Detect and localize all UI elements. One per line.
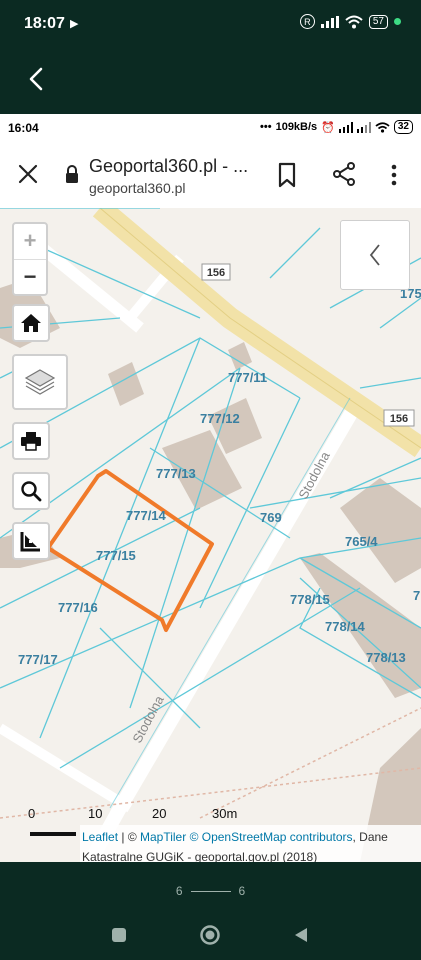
parcel-label: 777/12 <box>200 411 240 426</box>
dots-icon: ••• <box>260 121 272 133</box>
parcel-label: 777/14 <box>126 508 167 523</box>
signal-icon <box>320 15 339 28</box>
parcel-label: 778/13 <box>366 650 406 665</box>
outer-status-bar: 18:07 ▶ R 57 <box>0 0 421 48</box>
inner-status-right: ••• 109kB/s ⏰ 32 <box>260 120 413 134</box>
map-canvas[interactable]: 156 156 Stodolna Stodolna 777/11 777/12 … <box>0 208 421 862</box>
scale-label: 30m <box>212 806 238 821</box>
page-indicator-line <box>190 891 231 893</box>
wifi-icon <box>345 15 363 28</box>
outer-status-right: R 57 <box>299 14 401 29</box>
zoom-control: + − <box>12 222 48 296</box>
parcel-label: 778/15 <box>290 592 330 607</box>
home-button[interactable] <box>12 304 50 342</box>
zoom-in-button[interactable]: + <box>14 224 46 260</box>
page-current: 6 <box>175 884 183 898</box>
page-total: 6 <box>238 884 246 898</box>
battery-icon-inner: 32 <box>393 120 413 134</box>
network-speed: 109kB/s <box>275 121 318 133</box>
scale-label: 10 <box>88 806 103 821</box>
layers-icon <box>24 369 56 395</box>
layers-button[interactable] <box>12 354 68 410</box>
registered-icon: R <box>299 14 315 29</box>
ruler-icon <box>20 532 40 552</box>
parcel-label: 777/17 <box>18 652 58 667</box>
home-icon <box>21 314 41 332</box>
parcel-label: 778/14 <box>325 619 366 634</box>
inner-status-bar: 16:04 ••• 109kB/s ⏰ 32 <box>0 114 421 142</box>
browser-toolbar: Geoportal360.pl - ... geoportal360.pl <box>0 142 421 209</box>
panel-toggle-button[interactable] <box>340 220 410 290</box>
parcel-label: 777/15 <box>96 548 136 563</box>
lock-icon <box>66 165 78 183</box>
inner-status-time: 16:04 <box>8 121 39 135</box>
page-title[interactable]: Geoportal360.pl - ... <box>89 156 248 177</box>
osm-link[interactable]: © OpenStreetMap contributors <box>190 830 353 844</box>
recents-icon[interactable] <box>110 926 128 944</box>
scale-label: 20 <box>152 806 167 821</box>
parcel-label: 777/16 <box>58 600 98 615</box>
wifi-icon-inner <box>375 121 390 133</box>
signal-icon-2 <box>356 121 371 133</box>
attribution-sep: | © <box>118 830 140 844</box>
home-nav-icon[interactable] <box>199 924 221 946</box>
inner-screenshot: 16:04 ••• 109kB/s ⏰ 32 Geoportal360.pl -… <box>0 114 421 862</box>
chevron-left-icon <box>369 244 380 266</box>
scale-bar <box>30 832 76 836</box>
road-shield-1: 156 <box>201 263 231 281</box>
road-number-label: 156 <box>207 267 225 279</box>
road-number-label: 156 <box>390 413 408 425</box>
maptiler-link[interactable]: MapTiler <box>140 830 186 844</box>
close-icon[interactable] <box>16 162 40 186</box>
road-shield-2: 156 <box>383 409 415 427</box>
status-dot-icon <box>394 18 401 25</box>
parcel-label: 777/13 <box>156 466 196 481</box>
outer-app-bar <box>0 48 421 114</box>
leaflet-link[interactable]: Leaflet <box>82 830 118 844</box>
play-icon: ▶ <box>70 18 79 30</box>
back-nav-icon[interactable] <box>292 926 310 944</box>
print-button[interactable] <box>12 422 50 460</box>
page-domain[interactable]: geoportal360.pl <box>89 180 186 196</box>
search-button[interactable] <box>12 472 50 510</box>
parcel-label: 769 <box>260 510 282 525</box>
page-indicator: 66 <box>0 884 421 898</box>
zoom-out-button[interactable]: − <box>14 260 46 295</box>
battery-icon: 57 <box>368 14 388 29</box>
signal-icon-1 <box>338 121 353 133</box>
measure-button[interactable] <box>12 522 50 560</box>
system-nav-bar: 66 <box>0 862 421 960</box>
back-arrow-icon[interactable] <box>22 64 52 94</box>
print-icon <box>21 432 41 451</box>
map-attribution: Leaflet | © MapTiler © OpenStreetMap con… <box>80 825 421 862</box>
more-options-icon[interactable] <box>385 162 403 188</box>
cadastral-map[interactable]: 156 156 Stodolna Stodolna 777/11 777/12 … <box>0 208 421 862</box>
street-label: Stodolna <box>295 448 333 501</box>
alarm-icon: ⏰ <box>321 121 335 134</box>
scale-label: 0 <box>28 806 36 821</box>
parcel-label: 765/4 <box>345 534 378 549</box>
bookmark-icon[interactable] <box>276 162 298 188</box>
outer-status-time: 18:07 <box>24 15 65 32</box>
parcel-label: 7 <box>413 588 420 603</box>
search-icon <box>21 481 42 502</box>
parcel-label: 777/11 <box>228 370 267 385</box>
share-icon[interactable] <box>332 161 356 187</box>
